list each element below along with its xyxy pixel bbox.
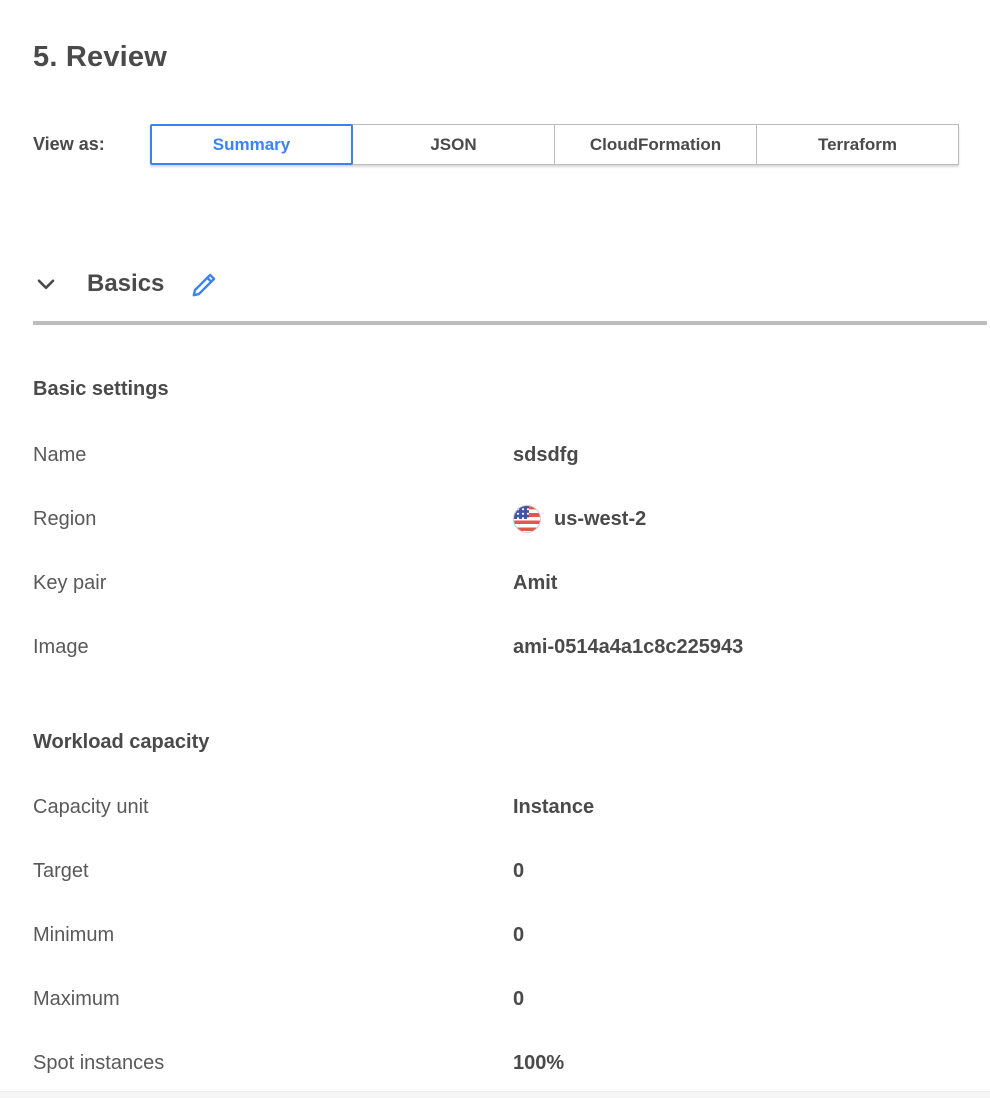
row-target: Target 0 [33, 839, 990, 903]
row-label: Capacity unit [33, 796, 513, 819]
row-value: 100% [513, 1052, 564, 1075]
row-label: Maximum [33, 988, 513, 1011]
row-value: 0 [513, 924, 524, 947]
row-spot-instances: Spot instances 100% [33, 1031, 990, 1095]
row-label: Image [33, 636, 513, 659]
row-label: Name [33, 444, 513, 467]
row-image: Image ami-0514a4a1c8c225943 [33, 615, 990, 679]
row-value: ami-0514a4a1c8c225943 [513, 636, 743, 659]
row-label: Key pair [33, 572, 513, 595]
row-value: us-west-2 [513, 505, 646, 533]
row-label: Region [33, 508, 513, 531]
page-title: 5. Review [33, 41, 167, 74]
next-section-edge [0, 1091, 990, 1098]
view-as-label: View as: [33, 134, 150, 155]
region-value: us-west-2 [554, 508, 646, 531]
row-label: Target [33, 860, 513, 883]
row-name: Name sdsdfg [33, 423, 990, 487]
row-capacity-unit: Capacity unit Instance [33, 775, 990, 839]
workload-capacity-rows: Capacity unit Instance Target 0 Minimum … [33, 775, 990, 1095]
tab-json[interactable]: JSON [352, 124, 555, 165]
tab-summary[interactable]: Summary [150, 124, 353, 165]
section-divider [33, 321, 987, 325]
row-value: sdsdfg [513, 444, 579, 467]
row-key-pair: Key pair Amit [33, 551, 990, 615]
row-region: Region us-west-2 [33, 487, 990, 551]
tab-cloudformation[interactable]: CloudFormation [554, 124, 757, 165]
row-label: Spot instances [33, 1052, 513, 1075]
view-as-row: View as: Summary JSON CloudFormation Ter… [33, 124, 959, 165]
row-value: Amit [513, 572, 557, 595]
basics-section-header: Basics [33, 262, 218, 306]
review-step-page: 5. Review View as: Summary JSON CloudFor… [0, 0, 990, 1098]
row-value: 0 [513, 988, 524, 1011]
row-label: Minimum [33, 924, 513, 947]
row-value: Instance [513, 796, 594, 819]
basic-settings-rows: Name sdsdfg Region us-west-2 Key pair Am… [33, 423, 990, 679]
tab-terraform[interactable]: Terraform [756, 124, 959, 165]
group-heading-basic-settings: Basic settings [33, 377, 990, 401]
view-as-tab-group: Summary JSON CloudFormation Terraform [150, 124, 959, 165]
row-minimum: Minimum 0 [33, 903, 990, 967]
summary-content: Basic settings Name sdsdfg Region us-wes… [33, 377, 990, 1095]
group-heading-workload-capacity: Workload capacity [33, 730, 990, 754]
pencil-icon[interactable] [190, 270, 218, 298]
chevron-down-icon[interactable] [33, 271, 59, 297]
basics-section-title: Basics [87, 270, 164, 298]
row-maximum: Maximum 0 [33, 967, 990, 1031]
row-value: 0 [513, 860, 524, 883]
us-flag-icon [513, 505, 541, 533]
